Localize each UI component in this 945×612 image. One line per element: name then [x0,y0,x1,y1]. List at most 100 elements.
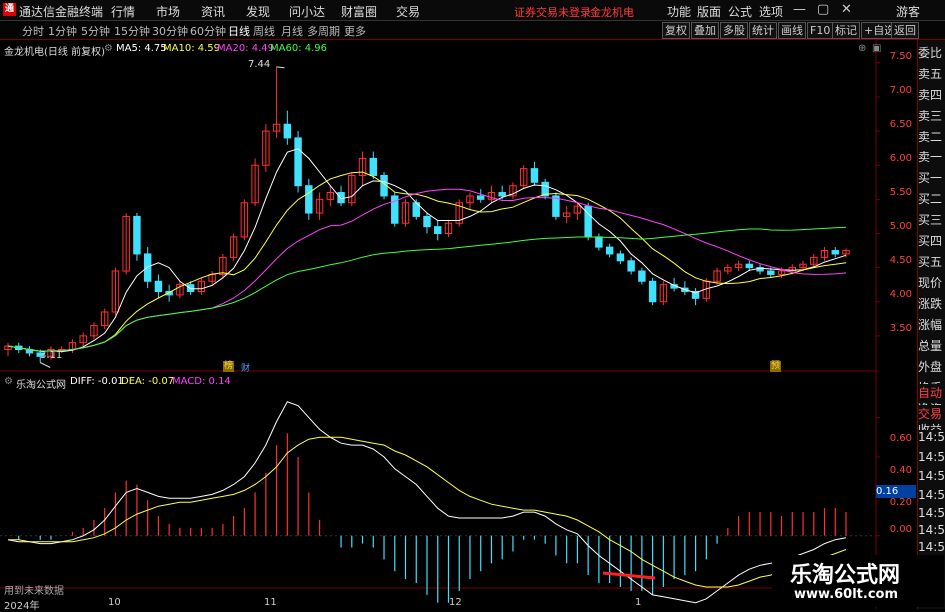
side-panel-item[interactable]: 14:56 [918,488,945,506]
side-panel-item[interactable]: 涨跌 [918,295,945,313]
chart-canvas[interactable] [0,40,918,609]
price-tick: 3.50 [889,323,912,334]
price-tick: 6.50 [889,119,912,130]
guest-label[interactable]: 游客 [896,3,920,20]
login-notice[interactable]: 证券交易未登录 [514,4,591,20]
side-panel-item[interactable]: 卖三 [918,107,945,125]
fuquan-button[interactable]: 复权 [662,22,690,39]
close-icon[interactable]: ✕ [841,2,852,17]
side-panel-item[interactable]: 14:56 [918,469,945,487]
high-price-label: 7.44 [248,59,271,70]
macd-tick: 0.60 [889,433,912,444]
signal-badge[interactable]: 榜 [223,361,235,372]
macd-label: MACD: 0.14 [172,376,231,387]
stock-link[interactable]: 金龙机电 [590,4,634,20]
side-panel-item[interactable]: 卖一 [918,148,945,166]
candle-body [605,246,614,255]
menu-zixun[interactable]: 资讯 [201,3,225,20]
date-tick: 11 [264,597,277,608]
side-panel-item[interactable]: 卖五 [918,65,945,83]
side-panel-item[interactable]: 自动 [918,384,945,402]
period-fenshi[interactable]: 分时 [22,23,44,39]
macd-tick: 0.20 [889,497,912,508]
menu-banmian[interactable]: 版面 [697,3,721,20]
menu-hangqing[interactable]: 行情 [111,3,135,20]
mark-button[interactable]: 标记 [832,22,860,39]
period-30min[interactable]: 30分钟 [152,23,188,39]
menu-faxian[interactable]: 发现 [246,3,270,20]
menu-caifuquan[interactable]: 财富圈 [341,3,377,20]
side-panel-item[interactable]: 买五 [918,253,945,271]
side-panel-item[interactable]: 14:56 [918,523,945,541]
candle-body [767,270,775,275]
side-panel-item[interactable]: 买三 [918,211,945,229]
signal-badge[interactable]: 财 [241,361,250,374]
multi-stock-button[interactable]: 多股 [720,22,748,39]
future-data-warning: 用到未来数据 [4,586,64,597]
candle-body [498,192,506,197]
period-15min[interactable]: 15分钟 [114,23,150,39]
app-logo-icon: 通 [3,3,16,16]
top-menu-bar: 通 通达信金融终端 行情 市场 资讯 发现 问小达 财富圈 交易 证券交易未登录… [0,0,945,21]
menu-xuanxiang[interactable]: 选项 [759,3,783,20]
period-week[interactable]: 周线 [253,23,275,39]
side-panel-item[interactable]: 买四 [918,232,945,250]
overlay-button[interactable]: 叠加 [691,22,719,39]
period-1min[interactable]: 1分钟 [48,23,77,39]
settings-icon[interactable]: ⚙ [104,43,113,54]
candle-body [476,195,485,200]
side-panel-item[interactable]: 卖四 [918,86,945,104]
price-tick: 7.50 [889,51,912,62]
watermark-url: www.60lt.com [794,587,899,602]
signal-badge[interactable]: 预 [770,361,782,372]
side-panel-item[interactable]: 涨幅 [918,316,945,334]
period-more[interactable]: 更多 [344,23,366,39]
side-panel-item[interactable]: 委比 [918,44,945,62]
menu-gongshi[interactable]: 公式 [728,3,752,20]
side-panel-item[interactable]: 交易 [918,405,945,423]
candle-body [638,270,646,282]
candle-body [595,236,603,248]
zoom-icon[interactable]: ⊕ [858,43,866,54]
period-5min[interactable]: 5分钟 [81,23,110,39]
menu-jiaoyi[interactable]: 交易 [396,3,420,20]
candle-body [133,215,141,255]
macd-title: 乐淘公式网 [16,380,66,391]
back-button[interactable]: 返回 [891,22,919,39]
draw-button[interactable]: 画线 [778,22,806,39]
side-panel-item[interactable]: 买一 [918,169,945,187]
candle-body [423,215,431,228]
candle-body [616,253,625,262]
period-day[interactable]: 日线 [228,23,250,39]
maximize-icon[interactable]: ▢ [817,2,829,17]
watermark-title: 乐淘公式网 [790,563,901,588]
candle-body [831,250,839,255]
period-multi[interactable]: 多周期 [307,23,340,39]
macd-settings-icon[interactable]: ⚙ [4,376,13,387]
side-panel-item[interactable]: 总量 [918,337,945,355]
stats-button[interactable]: 统计 [749,22,777,39]
menu-shichang[interactable]: 市场 [156,3,180,20]
diff-label: DIFF: -0.01 [70,376,124,387]
side-panel-item[interactable]: 卖二 [918,128,945,146]
f10-button[interactable]: F10 [807,22,834,39]
macd-current-value: 0.16 [876,485,916,498]
candle-body [283,123,292,139]
price-tick: 4.00 [889,289,912,300]
ma5-label: MA5: 4.75 [116,43,167,54]
side-panel-item[interactable]: 14:56 [918,430,945,448]
side-panel-item[interactable]: 外盘 [918,358,945,376]
ma60-label: MA60: 4.96 [270,43,328,54]
low-price-label: 3.11 [40,350,63,361]
menu-gongneng[interactable]: 功能 [667,3,691,20]
side-panel-item[interactable]: 14:56 [918,450,945,468]
menu-wenxiaoda[interactable]: 问小达 [289,3,325,20]
candle-body [648,280,657,303]
side-panel-item[interactable]: 14:56 [918,506,945,524]
minimize-icon[interactable]: — [793,2,806,17]
period-month[interactable]: 月线 [281,23,303,39]
candle-body [337,192,345,204]
period-60min[interactable]: 60分钟 [190,23,226,39]
side-panel-item[interactable]: 现价 [918,274,945,292]
side-panel-item[interactable]: 买二 [918,190,945,208]
